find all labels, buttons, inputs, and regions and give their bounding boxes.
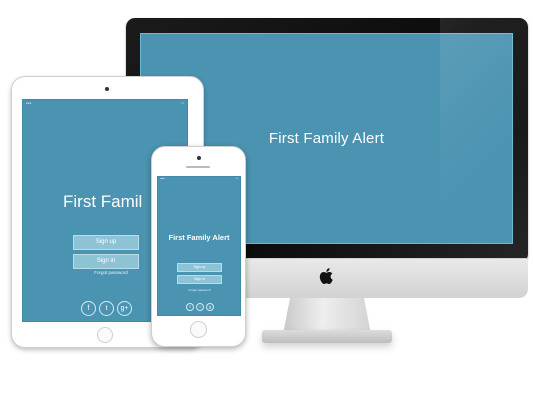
imac-stand-neck xyxy=(283,298,371,334)
phone-signal: ●●● xyxy=(160,177,165,180)
phone-screen: ●●● ▭ First Family Alert Sign up Sign in… xyxy=(157,176,241,316)
phone-app-title: First Family Alert xyxy=(168,233,230,242)
tablet-camera-icon xyxy=(105,87,109,91)
phone-battery-icon: ▭ xyxy=(235,177,238,180)
tablet-signin-button[interactable]: Sign in xyxy=(73,254,139,269)
phone-facebook-icon[interactable]: f xyxy=(186,303,194,311)
phone-signin-button[interactable]: Sign in xyxy=(177,275,222,284)
phone-status-bar: ●●● ▭ xyxy=(158,177,240,181)
tablet-facebook-icon[interactable]: f xyxy=(81,301,96,316)
phone-camera-icon xyxy=(197,156,201,160)
phone-signup-button[interactable]: Sign up xyxy=(177,263,222,272)
tablet-app-title: First Famil xyxy=(63,192,143,211)
tablet-signup-button[interactable]: Sign up xyxy=(73,235,139,250)
phone-twitter-icon[interactable]: t xyxy=(196,303,204,311)
tablet-battery-icon: ▭ xyxy=(181,100,184,105)
phone-speaker xyxy=(186,166,210,168)
phone-google-plus-icon[interactable]: g xyxy=(206,303,214,311)
imac-stand-foot xyxy=(262,330,392,343)
tablet-signal: ●●● xyxy=(26,100,32,105)
apple-logo-icon xyxy=(319,268,333,284)
tablet-twitter-icon[interactable]: t xyxy=(99,301,114,316)
tablet-home-button xyxy=(97,327,113,343)
tablet-forgot-password-link[interactable]: Forgot password xyxy=(78,270,144,275)
phone-home-button xyxy=(190,321,207,338)
phone-forgot-password-link[interactable]: Forgot password xyxy=(177,288,222,292)
tablet-google-plus-icon[interactable]: g+ xyxy=(117,301,132,316)
tablet-status-bar: ●●● ▭ xyxy=(23,100,187,105)
desktop-app-title: First Family Alert xyxy=(268,130,385,147)
